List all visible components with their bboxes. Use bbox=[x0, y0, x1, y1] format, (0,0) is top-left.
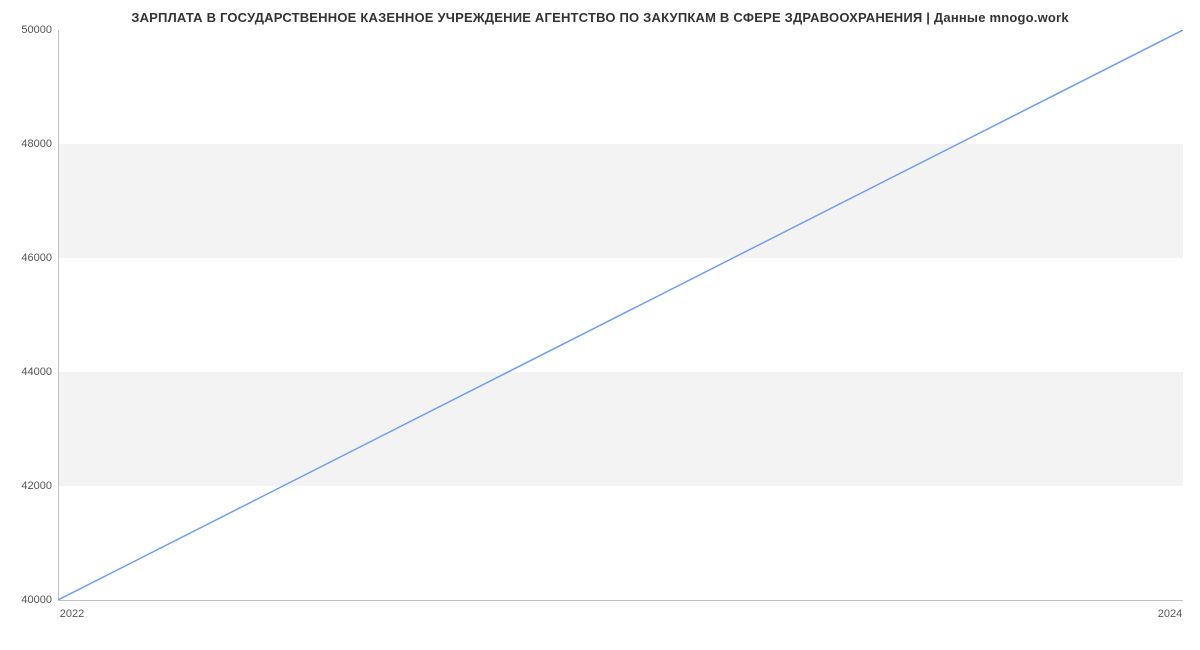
y-tick-label: 46000 bbox=[21, 252, 52, 264]
y-tick-label: 50000 bbox=[21, 24, 52, 36]
grid-band bbox=[58, 372, 1183, 486]
grid-band bbox=[58, 144, 1183, 258]
y-tick-label: 40000 bbox=[21, 594, 52, 606]
x-tick-label: 2022 bbox=[60, 608, 84, 620]
data-line bbox=[58, 30, 1183, 600]
plot-area bbox=[58, 30, 1183, 600]
chart-container: ЗАРПЛАТА В ГОСУДАРСТВЕННОЕ КАЗЕННОЕ УЧРЕ… bbox=[0, 0, 1200, 650]
y-tick-label: 48000 bbox=[21, 138, 52, 150]
x-axis-line bbox=[58, 600, 1183, 601]
y-axis-line bbox=[58, 30, 59, 600]
x-tick-label: 2024 bbox=[1158, 608, 1182, 620]
y-tick-label: 42000 bbox=[21, 480, 52, 492]
y-tick-label: 44000 bbox=[21, 366, 52, 378]
chart-title: ЗАРПЛАТА В ГОСУДАРСТВЕННОЕ КАЗЕННОЕ УЧРЕ… bbox=[0, 0, 1200, 25]
